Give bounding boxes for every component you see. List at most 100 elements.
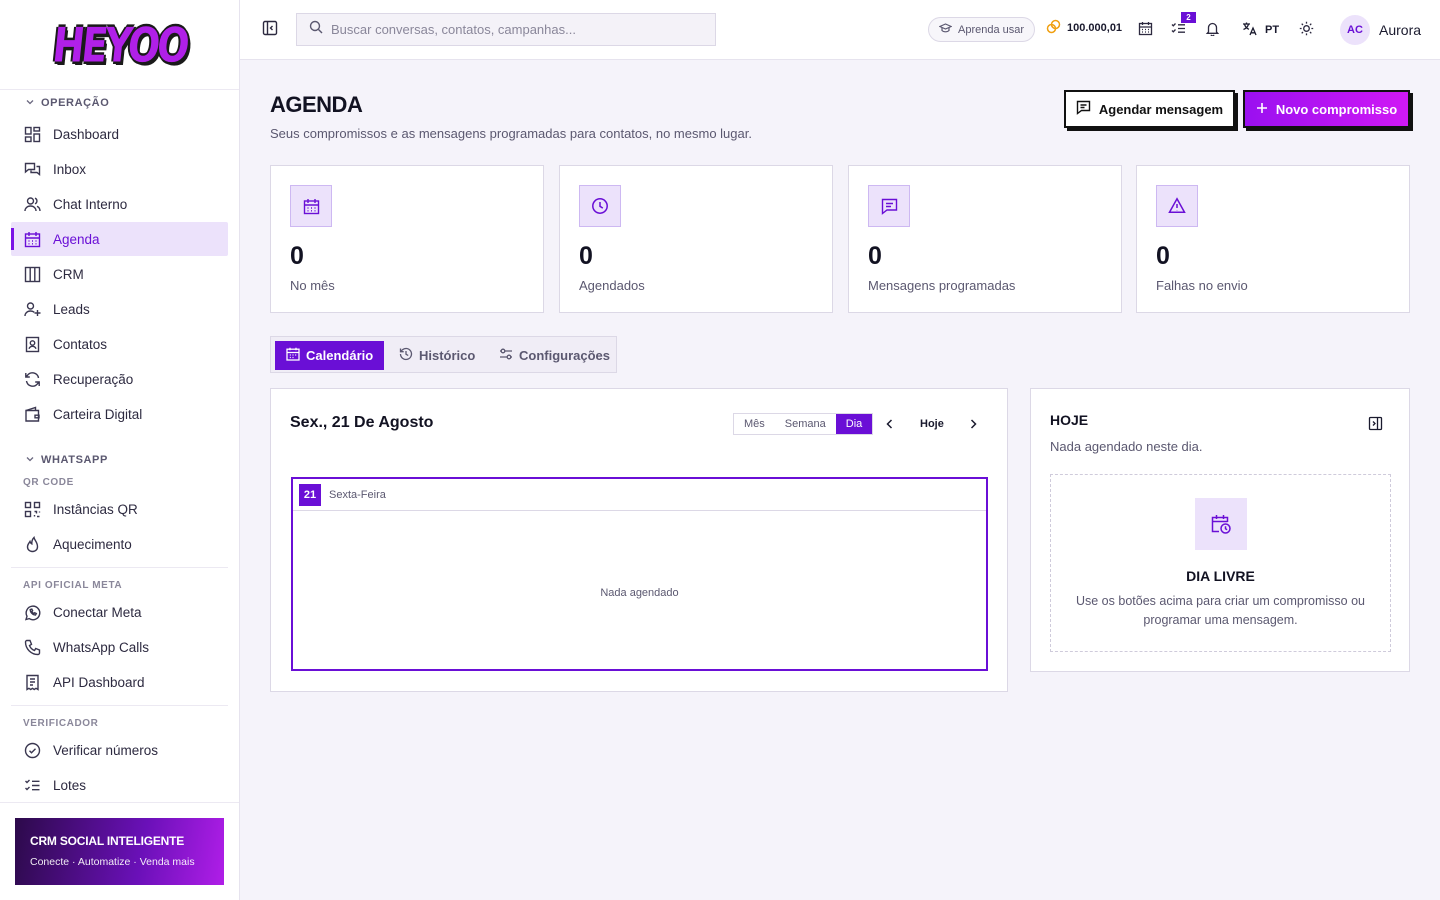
chevron-right-icon[interactable] [967,417,981,431]
stat-value: 0 [579,242,593,270]
learn-label: Aprenda usar [958,23,1025,36]
view-week-button[interactable]: Semana [775,414,836,434]
flame-icon [23,535,41,553]
schedule-message-button[interactable]: Agendar mensagem [1064,90,1235,128]
stat-value: 0 [290,242,304,270]
stat-value: 0 [868,242,882,270]
sidebar-toggle-icon[interactable] [262,20,280,38]
sidebar-item-label: CRM [53,266,84,282]
view-tabs: Calendário Histórico Configurações [270,336,617,373]
check-circle-icon [23,741,41,759]
section-operacao[interactable]: OPERAÇÃO [11,90,228,116]
new-appointment-button[interactable]: Novo compromisso [1243,90,1410,128]
sidebar-item-aquecimento[interactable]: Aquecimento [11,527,228,561]
sidebar-nav: OPERAÇÃO Dashboard Inbox Chat Interno Ag… [0,90,239,802]
today-title: HOJE [1050,412,1089,428]
tasks-badge: 2 [1181,12,1196,23]
alert-icon [1156,185,1198,227]
day-empty-text: Nada agendado [600,587,679,599]
refresh-icon [23,370,41,388]
sidebar-item-conectar-meta[interactable]: Conectar Meta [11,595,228,629]
sidebar-item-label: Inbox [53,161,87,177]
sidebar-item-recuperacao[interactable]: Recuperação [11,362,228,396]
wallet-icon [23,405,41,423]
sliders-icon [499,347,513,364]
tab-label: Configurações [519,348,611,363]
users-icon [23,195,41,213]
tab-settings[interactable]: Configurações [499,341,610,370]
calendar-icon[interactable] [1138,21,1154,37]
sidebar-item-contatos[interactable]: Contatos [11,327,228,361]
sidebar-item-carteira[interactable]: Carteira Digital [11,397,228,431]
sidebar-item-dashboard[interactable]: Dashboard [11,117,228,151]
section-label: WHATSAPP [41,454,108,466]
sidebar-item-agenda[interactable]: Agenda [11,222,228,256]
stat-card-scheduled: 0 Agendados [559,165,833,313]
sidebar-item-api-dashboard[interactable]: API Dashboard [11,665,228,699]
sun-icon[interactable] [1299,21,1315,37]
user-name: Aurora [1379,22,1422,38]
schedule-message-label: Agendar mensagem [1098,101,1224,117]
free-day-description: Use os botões acima para criar um compro… [1075,594,1365,627]
sidebar-item-label: Recuperação [53,371,134,387]
today-subtitle: Nada agendado neste dia. [1050,439,1203,454]
view-month-button[interactable]: Mês [734,414,775,434]
section-label: OPERAÇÃO [41,97,110,109]
today-button[interactable]: Hoje [920,418,944,430]
qr-code-icon [23,500,41,518]
sidebar-item-verificar-numeros[interactable]: Verificar números [11,733,228,767]
panel-collapse-icon[interactable] [1368,416,1384,432]
stat-label: Mensagens programadas [868,278,1016,293]
today-panel: HOJE Nada agendado neste dia. DIA LIVRE … [1030,388,1410,672]
sidebar-item-inbox[interactable]: Inbox [11,152,228,186]
promo-title: CRM SOCIAL INTELIGENTE [30,834,185,848]
coin-balance[interactable]: 100.000,01 [1046,19,1122,37]
user-menu[interactable]: AC Aurora [1340,15,1421,45]
coin-balance-value: 100.000,01 [1067,22,1123,34]
free-day-title: DIA LIVRE [1186,568,1255,584]
tasks-icon[interactable] [1171,21,1187,37]
view-day-button[interactable]: Dia [835,414,873,434]
tab-history[interactable]: Histórico [399,341,475,370]
sidebar-item-label: Aquecimento [53,536,132,552]
promo-area: CRM SOCIAL INTELIGENTE Conecte · Automat… [0,802,239,900]
brand-logo[interactable]: HEYOO [50,17,189,72]
search-input[interactable] [331,22,691,37]
page-subtitle: Seus compromissos e as mensagens program… [270,126,752,141]
chevron-left-icon[interactable] [884,417,898,431]
avatar: AC [1340,15,1370,45]
sidebar-item-chat-interno[interactable]: Chat Interno [11,187,228,221]
sidebar-item-leads[interactable]: Leads [11,292,228,326]
learn-button[interactable]: Aprenda usar [928,17,1036,42]
sidebar-item-instancias-qr[interactable]: Instâncias QR [11,492,228,526]
sidebar: HEYOO OPERAÇÃO Dashboard Inbox Chat Inte… [0,0,240,900]
promo-banner[interactable]: CRM SOCIAL INTELIGENTE Conecte · Automat… [15,818,224,885]
calendar-icon [23,230,41,248]
stat-label: Falhas no envio [1156,278,1248,293]
sidebar-item-lotes[interactable]: Lotes [11,768,228,802]
stat-label: Agendados [579,278,645,293]
sidebar-item-crm[interactable]: CRM [11,257,228,291]
search-icon [309,20,323,39]
free-day-box: DIA LIVRE Use os botões acima para criar… [1050,474,1391,652]
chat-bubbles-icon [23,160,41,178]
logo-area: HEYOO [0,0,239,90]
tab-label: Histórico [419,348,476,363]
bell-icon[interactable] [1205,21,1221,37]
clock-icon [579,185,621,227]
search-box [296,13,716,46]
sidebar-item-label: Instâncias QR [53,501,138,517]
sidebar-item-whatsapp-calls[interactable]: WhatsApp Calls [11,630,228,664]
day-header: 21 Sexta-Feira [293,479,986,511]
calendar-view-switch: Mês Semana Dia [733,413,874,435]
section-whatsapp[interactable]: WHATSAPP [11,447,228,473]
sidebar-item-label: Dashboard [53,126,120,142]
language-switch[interactable]: PT [1242,21,1279,39]
calendar-card: Sex., 21 De Agosto Mês Semana Dia Hoje 2… [270,388,1008,692]
day-view[interactable]: 21 Sexta-Feira Nada agendado [291,477,988,671]
calendar-icon [286,347,300,364]
stat-card-failures: 0 Falhas no envio [1136,165,1410,313]
tab-calendar[interactable]: Calendário [275,341,385,370]
day-name: Sexta-Feira [329,488,386,501]
page-title: AGENDA [270,92,363,117]
